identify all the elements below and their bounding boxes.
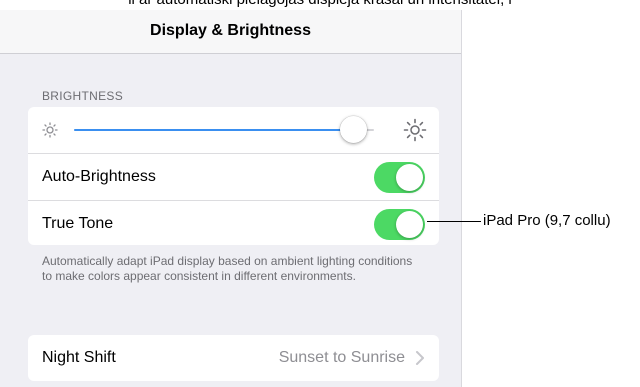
sun-small-icon	[42, 122, 58, 138]
top-caption: li ar automātiski pielāgojas displeja kr…	[0, 0, 640, 9]
true-tone-description: Automatically adapt iPad display based o…	[42, 254, 413, 283]
toggle-knob	[396, 164, 423, 191]
auto-brightness-row: Auto-Brightness	[28, 154, 439, 201]
brightness-slider[interactable]	[74, 116, 374, 143]
brightness-slider-thumb[interactable]	[340, 116, 367, 143]
brightness-section-header: BRIGHTNESS	[42, 89, 124, 103]
brightness-slider-fill	[74, 129, 353, 131]
settings-screen: Display & Brightness BRIGHTNESS Auto-Bri…	[0, 10, 462, 387]
callout-label: iPad Pro (9,7 collu)	[483, 212, 611, 229]
callout-line	[427, 221, 481, 222]
brightness-slider-row	[28, 107, 439, 154]
auto-brightness-toggle[interactable]	[374, 162, 425, 193]
true-tone-row: True Tone	[28, 201, 439, 245]
night-shift-row[interactable]: Night Shift Sunset to Sunrise	[28, 335, 439, 381]
true-tone-toggle[interactable]	[374, 209, 425, 240]
brightness-group: Auto-Brightness True Tone	[28, 107, 439, 245]
night-shift-value: Sunset to Sunrise	[278, 349, 405, 366]
true-tone-label: True Tone	[42, 215, 114, 232]
night-shift-label: Night Shift	[42, 349, 116, 366]
navigation-bar: Display & Brightness	[0, 10, 461, 54]
sun-large-icon	[403, 118, 427, 142]
chevron-right-icon	[416, 351, 424, 365]
auto-brightness-label: Auto-Brightness	[42, 168, 156, 185]
toggle-knob	[396, 211, 423, 238]
page-title: Display & Brightness	[150, 22, 311, 39]
